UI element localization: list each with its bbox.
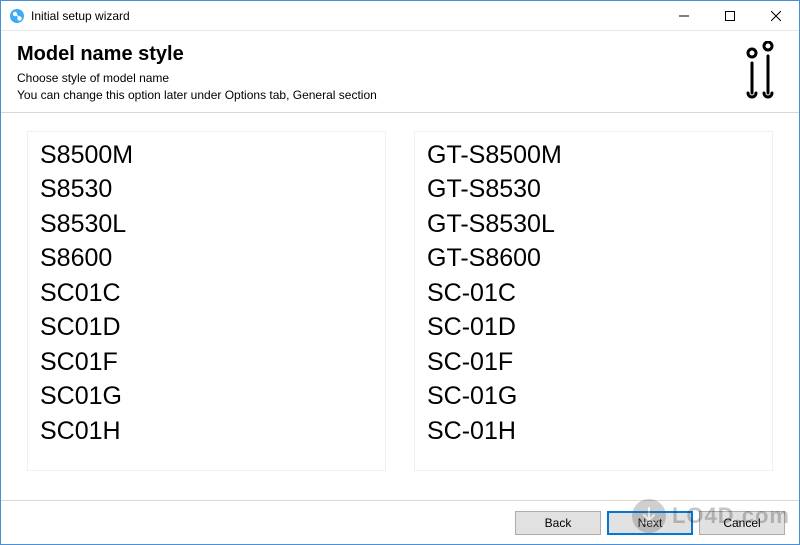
back-button[interactable]: Back <box>515 511 601 535</box>
model-item: GT-S8500M <box>427 138 760 173</box>
minimize-button[interactable] <box>661 1 707 31</box>
model-item: SC01C <box>40 276 373 311</box>
options-area: S8500MS8530S8530LS8600SC01CSC01DSC01FSC0… <box>1 113 799 471</box>
model-item: GT-S8600 <box>427 241 760 276</box>
page-subtext-1: Choose style of model name <box>17 70 783 87</box>
close-button[interactable] <box>753 1 799 31</box>
model-item: SC01G <box>40 379 373 414</box>
model-item: SC-01H <box>427 414 760 449</box>
style-option-full[interactable]: GT-S8500MGT-S8530GT-S8530LGT-S8600SC-01C… <box>414 131 773 471</box>
model-item: SC01F <box>40 345 373 380</box>
app-icon <box>9 8 25 24</box>
style-option-short[interactable]: S8500MS8530S8530LS8600SC01CSC01DSC01FSC0… <box>27 131 386 471</box>
next-button[interactable]: Next <box>607 511 693 535</box>
window-title: Initial setup wizard <box>31 9 130 23</box>
wizard-footer: Back Next Cancel <box>1 500 799 544</box>
model-item: SC-01F <box>427 345 760 380</box>
model-item: S8530L <box>40 207 373 242</box>
wizard-window: Initial setup wizard Model name style Ch… <box>0 0 800 545</box>
page-subtext-2: You can change this option later under O… <box>17 87 783 104</box>
model-item: GT-S8530L <box>427 207 760 242</box>
model-item: S8530 <box>40 172 373 207</box>
cancel-button[interactable]: Cancel <box>699 511 785 535</box>
model-item: GT-S8530 <box>427 172 760 207</box>
page-heading: Model name style <box>17 43 783 66</box>
model-item: S8600 <box>40 241 373 276</box>
window-controls <box>661 1 799 30</box>
model-item: SC01H <box>40 414 373 449</box>
model-item: S8500M <box>40 138 373 173</box>
titlebar: Initial setup wizard <box>1 1 799 31</box>
model-item: SC01D <box>40 310 373 345</box>
style-icon <box>739 41 781 104</box>
maximize-button[interactable] <box>707 1 753 31</box>
model-item: SC-01C <box>427 276 760 311</box>
wizard-header: Model name style Choose style of model n… <box>1 31 799 113</box>
model-item: SC-01D <box>427 310 760 345</box>
model-item: SC-01G <box>427 379 760 414</box>
